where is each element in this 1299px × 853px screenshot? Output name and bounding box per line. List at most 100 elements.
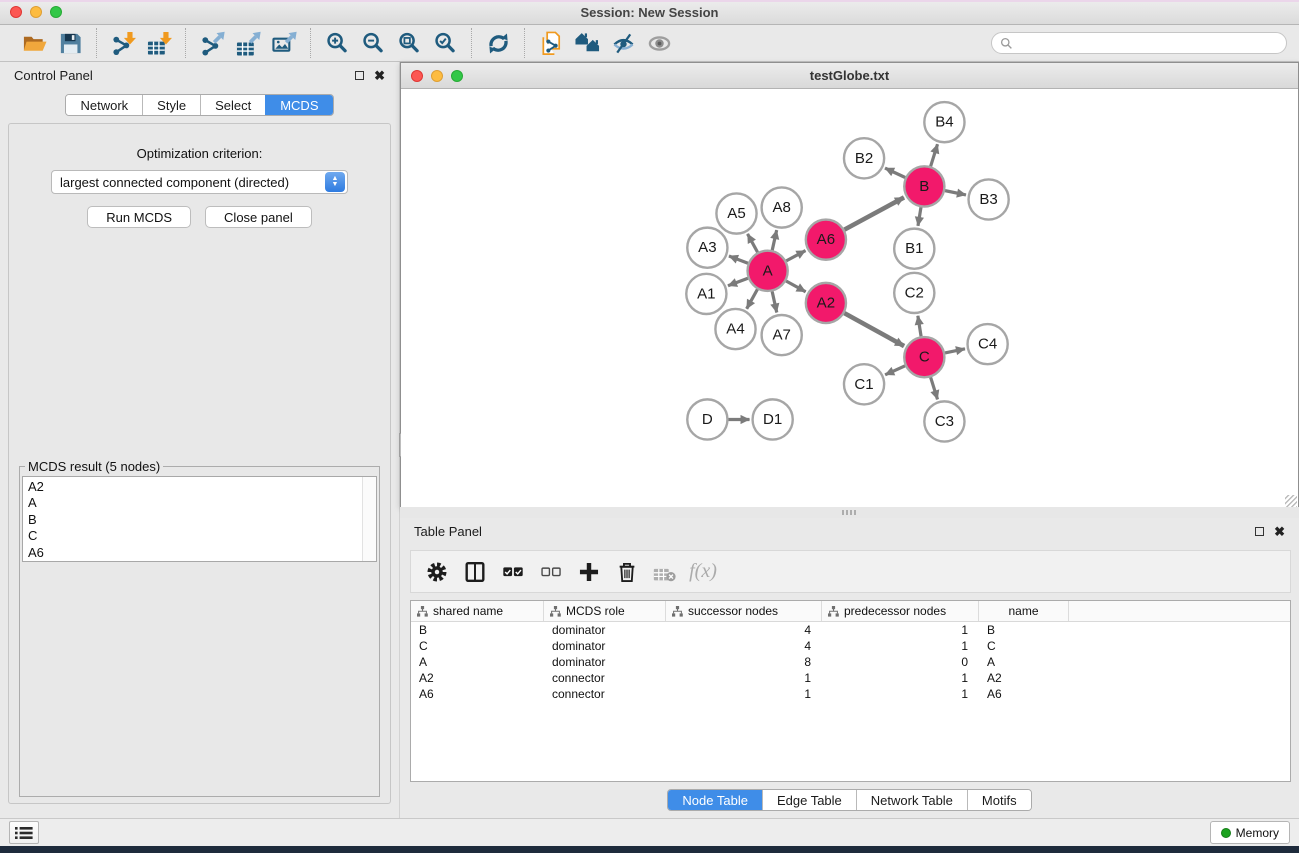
hide-graphics-details-icon[interactable] (605, 28, 641, 58)
float-table-panel-icon[interactable] (1255, 527, 1264, 536)
table-row[interactable]: Bdominator41B (411, 622, 1290, 638)
select-all-icon[interactable] (497, 555, 529, 589)
graph-node-D1[interactable]: D1 (753, 399, 793, 439)
cell-predecessor-nodes[interactable]: 1 (822, 671, 979, 685)
table-row[interactable]: Adominator80A (411, 654, 1290, 670)
cell-predecessor-nodes[interactable]: 1 (822, 623, 979, 637)
cell-name[interactable]: B (979, 623, 1069, 637)
float-panel-icon[interactable] (355, 71, 364, 80)
graph-node-B[interactable]: B (904, 166, 944, 206)
network-overview-icon[interactable] (569, 28, 605, 58)
delete-entry-icon[interactable] (611, 555, 643, 589)
graph-edge-C-C2[interactable] (918, 316, 921, 337)
graph-node-A4[interactable]: A4 (715, 309, 755, 349)
zoom-out-icon[interactable] (355, 28, 391, 58)
network-graph[interactable]: AA1A2A3A4A5A6A7A8BB1B2B3B4CC1C2C3C4DD1 (401, 89, 1298, 508)
tab-style[interactable]: Style (142, 95, 200, 115)
export-table-icon[interactable] (230, 28, 266, 58)
cell-name[interactable]: A2 (979, 671, 1069, 685)
column-header-predecessor-nodes[interactable]: predecessor nodes (822, 601, 979, 621)
graph-edge-B-B1[interactable] (918, 207, 921, 226)
graph-edge-A-A2[interactable] (786, 281, 806, 292)
table-row[interactable]: A6connector11A6 (411, 686, 1290, 702)
tab-edge-table[interactable]: Edge Table (762, 790, 856, 810)
mcds-result-item[interactable]: C (28, 528, 376, 544)
mcds-result-list[interactable]: A2ABCA6 (22, 476, 377, 562)
cell-name[interactable]: A (979, 655, 1069, 669)
graph-node-A7[interactable]: A7 (762, 315, 802, 355)
zoom-fit-icon[interactable] (391, 28, 427, 58)
cell-predecessor-nodes[interactable]: 1 (822, 639, 979, 653)
graph-node-C1[interactable]: C1 (844, 364, 884, 404)
show-graphics-details-icon[interactable] (641, 28, 677, 58)
table-row[interactable]: A2connector11A2 (411, 670, 1290, 686)
cell-predecessor-nodes[interactable]: 0 (822, 655, 979, 669)
search-input[interactable] (1018, 36, 1278, 50)
graph-node-C4[interactable]: C4 (968, 324, 1008, 364)
table-settings-icon[interactable] (421, 555, 453, 589)
cell-shared-name[interactable]: C (411, 639, 544, 653)
graph-edge-A-A3[interactable] (729, 256, 748, 263)
open-session-icon[interactable] (16, 28, 52, 58)
graph-edge-A-A5[interactable] (748, 234, 758, 252)
column-header-shared-name[interactable]: shared name (411, 601, 544, 621)
zoom-in-icon[interactable] (319, 28, 355, 58)
graph-edge-A-A7[interactable] (772, 291, 777, 312)
import-table-icon[interactable] (141, 28, 177, 58)
table-row[interactable]: Cdominator41C (411, 638, 1290, 654)
column-header-mcds-role[interactable]: MCDS role (544, 601, 666, 621)
graph-node-A3[interactable]: A3 (687, 228, 727, 268)
cell-shared-name[interactable]: A6 (411, 687, 544, 701)
graph-edge-C-C1[interactable] (885, 366, 905, 375)
graph-edge-A-A8[interactable] (772, 230, 776, 250)
close-panel-button[interactable]: Close panel (205, 206, 312, 228)
scrollbar-track[interactable] (362, 477, 376, 561)
cell-shared-name[interactable]: A (411, 655, 544, 669)
cell-name[interactable]: C (979, 639, 1069, 653)
tab-motifs[interactable]: Motifs (967, 790, 1031, 810)
tab-node-table[interactable]: Node Table (668, 790, 762, 810)
mcds-result-item[interactable]: A (28, 495, 376, 511)
cell-mcds-role[interactable]: connector (544, 671, 666, 685)
close-panel-icon[interactable]: ✖ (374, 69, 385, 82)
export-image-icon[interactable] (266, 28, 302, 58)
horizontal-divider[interactable] (400, 507, 1299, 518)
cell-successor-nodes[interactable]: 4 (666, 623, 822, 637)
graph-edge-B-B2[interactable] (885, 168, 905, 177)
column-header-successor-nodes[interactable]: successor nodes (666, 601, 822, 621)
graph-node-A6[interactable]: A6 (806, 220, 846, 260)
close-table-panel-icon[interactable]: ✖ (1274, 525, 1285, 538)
tab-mcds[interactable]: MCDS (265, 95, 332, 115)
cell-successor-nodes[interactable]: 1 (666, 671, 822, 685)
graph-node-B4[interactable]: B4 (924, 102, 964, 142)
refresh-icon[interactable] (480, 28, 516, 58)
save-session-icon[interactable] (52, 28, 88, 58)
graph-node-C[interactable]: C (904, 337, 944, 377)
tab-network[interactable]: Network (66, 95, 142, 115)
graph-node-B2[interactable]: B2 (844, 138, 884, 178)
add-entry-icon[interactable] (573, 555, 605, 589)
graph-node-A1[interactable]: A1 (686, 274, 726, 314)
graph-node-A[interactable]: A (748, 251, 788, 291)
graph-node-A5[interactable]: A5 (716, 193, 756, 233)
tab-network-table[interactable]: Network Table (856, 790, 967, 810)
export-network-icon[interactable] (194, 28, 230, 58)
import-network-icon[interactable] (105, 28, 141, 58)
mcds-result-item[interactable]: A6 (28, 545, 376, 561)
memory-button[interactable]: Memory (1210, 821, 1290, 844)
cell-mcds-role[interactable]: connector (544, 687, 666, 701)
optimization-criterion-select[interactable]: largest connected component (directed) ▲… (51, 170, 348, 194)
graph-edge-C-C3[interactable] (931, 377, 938, 399)
search-field[interactable] (991, 32, 1287, 54)
clone-network-icon[interactable] (533, 28, 569, 58)
window-resize-handle[interactable] (1285, 495, 1297, 507)
run-mcds-button[interactable]: Run MCDS (87, 206, 191, 228)
graph-node-D[interactable]: D (687, 399, 727, 439)
network-canvas[interactable]: AA1A2A3A4A5A6A7A8BB1B2B3B4CC1C2C3C4DD1 (401, 89, 1298, 508)
graph-edge-A6-B[interactable] (844, 197, 904, 229)
graph-node-A2[interactable]: A2 (806, 283, 846, 323)
graph-node-B1[interactable]: B1 (894, 229, 934, 269)
mcds-result-item[interactable]: B (28, 512, 376, 528)
mcds-result-item[interactable]: A2 (28, 479, 376, 495)
task-history-button[interactable] (9, 821, 39, 844)
